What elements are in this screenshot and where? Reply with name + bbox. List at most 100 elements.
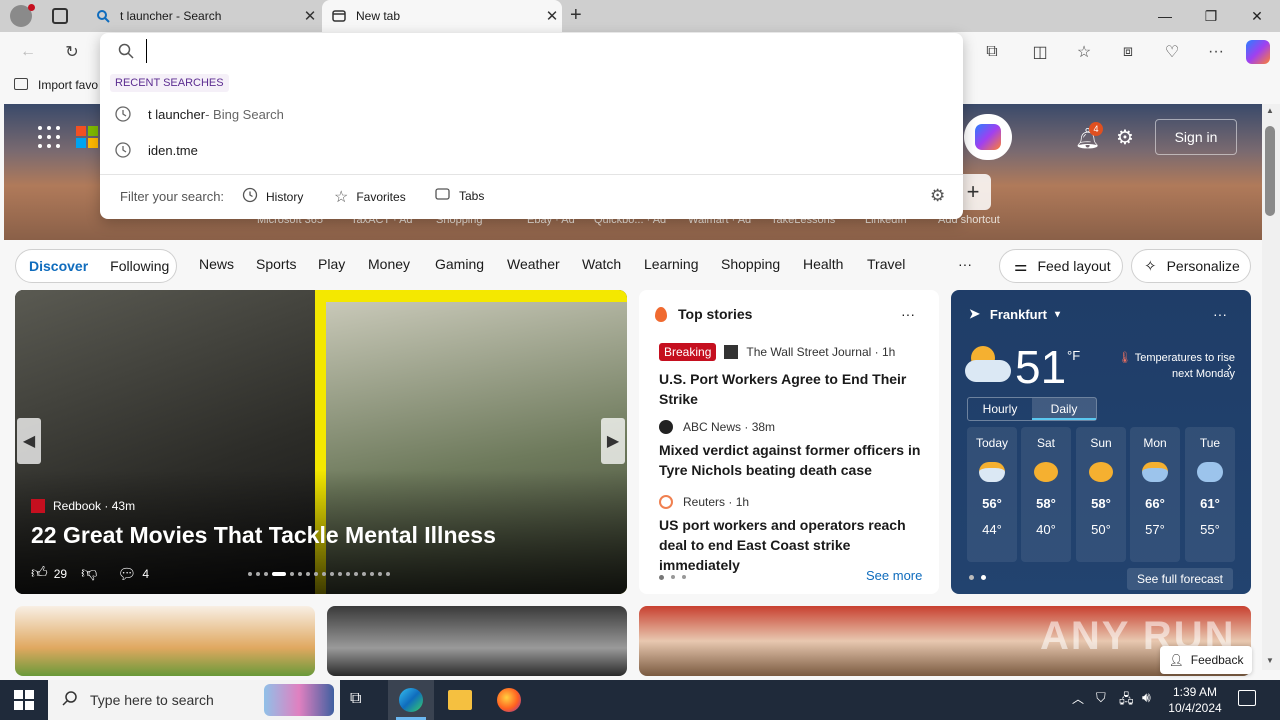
address-input[interactable] <box>146 39 926 63</box>
tab-following[interactable]: Following <box>110 258 169 274</box>
gear-icon[interactable]: ⚙ <box>1116 125 1134 150</box>
copilot-icon[interactable] <box>1246 40 1270 64</box>
scroll-up-icon[interactable]: ▲ <box>1266 106 1274 115</box>
nav-link[interactable]: Watch <box>582 256 621 272</box>
source-name: Redbook <box>53 499 102 513</box>
carousel-next-button[interactable]: ▶ <box>601 418 625 464</box>
top-stories-header: Top stories <box>655 306 752 322</box>
redbook-logo-icon <box>31 499 45 513</box>
notification-center-icon[interactable] <box>1238 690 1256 706</box>
file-explorer-icon[interactable] <box>448 690 472 710</box>
minimize-button[interactable]: — <box>1142 0 1188 32</box>
chevron-right-icon[interactable]: › <box>1227 358 1232 374</box>
more-options-icon[interactable]: ··· <box>1213 306 1227 322</box>
extensions-icon[interactable]: ⧉ <box>980 40 1004 64</box>
firefox-icon[interactable] <box>497 688 521 712</box>
back-icon[interactable]: ← <box>16 40 40 64</box>
forecast-day[interactable]: Today 56° 44° <box>967 427 1017 562</box>
apps-grid-icon[interactable] <box>38 126 60 148</box>
nav-link[interactable]: Weather <box>507 256 560 272</box>
favorites-icon[interactable]: ☆ <box>1072 40 1096 64</box>
restore-button[interactable]: ❐ <box>1188 0 1234 32</box>
temp-unit[interactable]: °F <box>1067 348 1080 363</box>
forecast-day[interactable]: Tue 61° 55° <box>1185 427 1235 562</box>
split-screen-icon[interactable]: ◫ <box>1028 40 1052 64</box>
tab-new[interactable]: New tab ✕ <box>322 0 562 32</box>
more-icon[interactable]: ··· <box>1204 40 1228 64</box>
nav-link[interactable]: News <box>199 256 234 272</box>
see-full-forecast-button[interactable]: See full forecast <box>1127 568 1233 590</box>
suggestion-item[interactable]: t launcher - Bing Search <box>114 105 284 123</box>
more-nav-button[interactable]: ··· <box>958 256 972 272</box>
nav-link[interactable]: Play <box>318 256 345 272</box>
new-tab-button[interactable]: + <box>570 4 582 27</box>
comment-icon[interactable]: 💬︎ <box>117 565 136 583</box>
thumbs-down-icon[interactable]: 👎︎ <box>81 564 97 583</box>
location-selector[interactable]: ➤ Frankfurt ▾ <box>969 306 1060 322</box>
security-icon[interactable]: ⛉ <box>1096 690 1106 706</box>
fire-icon <box>655 306 667 322</box>
nav-link[interactable]: Money <box>368 256 410 272</box>
close-tab-icon[interactable]: ✕ <box>542 7 562 25</box>
suggestion-item[interactable]: iden.tme <box>114 141 198 159</box>
more-options-icon[interactable]: ··· <box>901 306 915 322</box>
chevron-up-icon[interactable]: ︿ <box>1072 690 1084 707</box>
filter-favorites-button[interactable]: ☆ Favorites <box>334 187 406 207</box>
nav-link[interactable]: Sports <box>256 256 296 272</box>
forecast-day[interactable]: Sat 58° 40° <box>1021 427 1071 562</box>
tab-discover[interactable]: Discover <box>29 258 88 274</box>
gear-icon[interactable]: ⚙ <box>930 186 945 206</box>
story-card-burger[interactable] <box>15 606 315 676</box>
edge-taskbar-button[interactable] <box>388 680 434 720</box>
windows-start-icon[interactable] <box>14 690 34 710</box>
copilot-hero-button[interactable] <box>964 114 1012 160</box>
see-more-link[interactable]: See more <box>866 568 922 583</box>
collections-icon[interactable]: ⧈ <box>1116 40 1140 64</box>
story-source: Redbook · 43m <box>31 499 135 513</box>
refresh-icon[interactable]: ↻ <box>60 40 84 64</box>
personalize-button[interactable]: ✧ Personalize <box>1131 249 1251 283</box>
day-name: Tue <box>1199 436 1221 450</box>
task-view-icon[interactable]: ⧉ <box>350 690 361 708</box>
page-scrollbar[interactable]: ▲ ▼ <box>1262 104 1280 670</box>
import-favorites-link[interactable]: Import favo <box>38 78 98 92</box>
forecast-toggle: Hourly Daily <box>967 397 1097 421</box>
tab-actions-icon[interactable] <box>52 8 68 24</box>
nav-link[interactable]: Learning <box>644 256 699 272</box>
nav-link[interactable]: Travel <box>867 256 905 272</box>
scrollbar-thumb[interactable] <box>1265 126 1275 216</box>
tab-daily[interactable]: Daily <box>1032 398 1096 420</box>
feedback-button[interactable]: 👤︎ Feedback <box>1160 646 1252 674</box>
tab-hourly[interactable]: Hourly <box>968 398 1032 420</box>
story-item[interactable]: Reuters · 1h US port workers and operato… <box>659 495 929 575</box>
story-title[interactable]: 22 Great Movies That Tackle Mental Illne… <box>31 522 496 549</box>
forecast-day[interactable]: Mon 66° 57° <box>1130 427 1180 562</box>
forecast-day[interactable]: Sun 58° 50° <box>1076 427 1126 562</box>
weather-note[interactable]: 🌡︎ Temperatures to rise next Monday <box>1117 350 1235 382</box>
story-title: U.S. Port Workers Agree to End Their Str… <box>659 371 907 407</box>
story-item[interactable]: Breaking The Wall Street Journal · 1h U.… <box>659 343 919 409</box>
carousel-prev-button[interactable]: ◀ <box>17 418 41 464</box>
nav-link[interactable]: Shopping <box>721 256 780 272</box>
scroll-down-icon[interactable]: ▼ <box>1266 656 1274 665</box>
tab-search[interactable]: t launcher - Search ✕ <box>86 0 320 32</box>
close-tab-icon[interactable]: ✕ <box>300 7 320 25</box>
sign-in-button[interactable]: Sign in <box>1155 119 1237 155</box>
browser-essentials-icon[interactable]: ♡ <box>1160 40 1184 64</box>
network-icon[interactable]: 🖧︎ <box>1119 690 1134 712</box>
thumbs-up-icon[interactable]: 👍︎ <box>31 564 48 583</box>
main-story-card[interactable]: Redbook · 43m 22 Great Movies That Tackl… <box>15 290 627 594</box>
story-card-golf[interactable] <box>327 606 627 676</box>
nav-link[interactable]: Health <box>803 256 843 272</box>
close-window-button[interactable]: ✕ <box>1234 0 1280 32</box>
feed-layout-button[interactable]: ⚌ Feed layout <box>999 249 1123 283</box>
top-stories-heading: Top stories <box>678 306 753 322</box>
clock[interactable]: 1:39 AM 10/4/2024 <box>1166 684 1224 716</box>
filter-history-button[interactable]: History <box>242 187 303 206</box>
taskbar-search-box[interactable]: Type here to search <box>48 680 340 720</box>
nav-link[interactable]: Gaming <box>435 256 484 272</box>
volume-icon[interactable]: 🔊︎ <box>1142 689 1151 706</box>
filter-tabs-button[interactable]: Tabs <box>435 187 484 204</box>
search-icon <box>96 9 110 23</box>
story-item[interactable]: ABC News · 38m Mixed verdict against for… <box>659 420 924 480</box>
